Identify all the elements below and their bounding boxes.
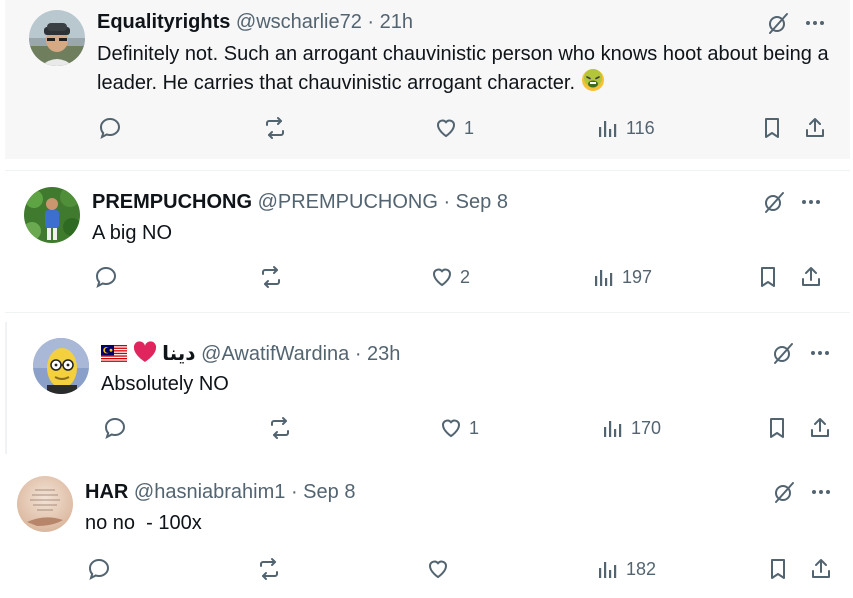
bookmark-button[interactable] bbox=[766, 556, 790, 582]
more-options-icon[interactable] bbox=[808, 341, 832, 365]
grok-icon[interactable] bbox=[772, 480, 796, 504]
display-name[interactable]: HAR bbox=[85, 481, 128, 503]
timestamp[interactable]: · 21h bbox=[367, 11, 413, 33]
red-heart-icon bbox=[133, 341, 157, 369]
views-button[interactable]: 182 bbox=[596, 556, 656, 582]
bookmark-icon bbox=[770, 418, 784, 438]
repost-icon bbox=[266, 117, 284, 139]
reply-button[interactable] bbox=[98, 115, 122, 141]
handle[interactable]: @wscharlie72 bbox=[236, 11, 362, 33]
tweet-text: Absolutely NO bbox=[101, 373, 229, 395]
views-button[interactable]: 116 bbox=[596, 115, 655, 141]
views-icon bbox=[604, 421, 622, 437]
display-name[interactable]: Equalityrights bbox=[97, 11, 230, 33]
grok-icon[interactable] bbox=[762, 190, 786, 214]
reply-icon bbox=[99, 117, 121, 140]
tweet-text: A big NO bbox=[92, 222, 173, 244]
tweet-header: Equalityrights @wscharlie72 · 21h bbox=[97, 10, 413, 34]
repost-icon bbox=[271, 417, 289, 439]
view-count: 116 bbox=[626, 117, 655, 138]
timestamp[interactable]: · Sep 8 bbox=[443, 191, 507, 213]
share-button[interactable] bbox=[809, 556, 833, 582]
heart-icon bbox=[432, 268, 452, 287]
share-icon bbox=[806, 118, 824, 137]
views-icon bbox=[599, 121, 617, 137]
bookmark-icon bbox=[761, 267, 775, 287]
heart-icon bbox=[436, 119, 456, 138]
bookmark-button[interactable] bbox=[756, 264, 780, 290]
tweet-text: Definitely not. Such an arrogant chauvin… bbox=[97, 40, 837, 100]
tweet-header: HAR @hasniabrahim1 · Sep 8 bbox=[85, 480, 355, 504]
view-count: 197 bbox=[622, 266, 653, 287]
reply-icon bbox=[95, 266, 117, 289]
repost-icon bbox=[262, 266, 280, 288]
avatar[interactable] bbox=[17, 476, 73, 532]
bookmark-button[interactable] bbox=[765, 415, 789, 441]
reply-button[interactable] bbox=[94, 264, 118, 290]
repost-button[interactable] bbox=[263, 115, 287, 141]
tweet-header: دينا @AwatifWardina · 23h bbox=[101, 341, 400, 369]
more-options-icon[interactable] bbox=[799, 190, 823, 214]
tweet-text: no no - 100x bbox=[85, 512, 202, 534]
like-button[interactable]: 2 bbox=[430, 264, 470, 290]
share-button[interactable] bbox=[799, 264, 823, 290]
display-name[interactable]: دينا bbox=[162, 343, 195, 365]
repost-icon bbox=[260, 558, 278, 580]
repost-button[interactable] bbox=[257, 556, 281, 582]
share-button[interactable] bbox=[803, 115, 827, 141]
handle[interactable]: @AwatifWardina bbox=[201, 343, 349, 365]
more-options-icon[interactable] bbox=[803, 11, 827, 35]
handle[interactable]: @PREMPUCHONG bbox=[258, 191, 438, 213]
reply-button[interactable] bbox=[103, 415, 127, 441]
heart-icon bbox=[428, 560, 448, 579]
views-button[interactable]: 170 bbox=[601, 415, 661, 441]
view-count: 170 bbox=[631, 417, 662, 438]
reply-icon bbox=[104, 417, 126, 440]
avatar[interactable] bbox=[29, 10, 85, 66]
heart-icon bbox=[441, 419, 461, 438]
like-count: 2 bbox=[460, 266, 471, 287]
bookmark-icon bbox=[765, 118, 779, 138]
views-icon bbox=[595, 270, 613, 286]
repost-button[interactable] bbox=[268, 415, 292, 441]
more-options-icon[interactable] bbox=[809, 480, 833, 504]
views-icon bbox=[599, 562, 617, 578]
divider bbox=[5, 312, 850, 313]
tweet-header: PREMPUCHONG @PREMPUCHONG · Sep 8 bbox=[92, 190, 508, 214]
like-count: 1 bbox=[469, 417, 480, 438]
share-icon bbox=[811, 418, 829, 437]
view-count: 182 bbox=[626, 558, 657, 579]
bookmark-icon bbox=[771, 559, 785, 579]
share-icon bbox=[802, 267, 820, 286]
like-count: 1 bbox=[464, 117, 475, 138]
display-name[interactable]: PREMPUCHONG bbox=[92, 191, 252, 213]
avatar[interactable] bbox=[33, 338, 89, 394]
like-button[interactable] bbox=[426, 556, 456, 582]
views-button[interactable]: 197 bbox=[592, 264, 652, 290]
grok-icon[interactable] bbox=[766, 11, 790, 35]
reply-tweet[interactable]: Equalityrights @wscharlie72 · 21h Defini… bbox=[5, 0, 850, 159]
share-button[interactable] bbox=[808, 415, 832, 441]
grok-icon[interactable] bbox=[771, 341, 795, 365]
repost-button[interactable] bbox=[259, 264, 283, 290]
reply-button[interactable] bbox=[87, 556, 111, 582]
reply-tweet[interactable]: HAR @hasniabrahim1 · Sep 8 no no - 100x … bbox=[5, 464, 850, 598]
malaysia-flag-icon bbox=[101, 345, 127, 369]
like-button[interactable]: 1 bbox=[439, 415, 479, 441]
timestamp[interactable]: · Sep 8 bbox=[291, 481, 355, 503]
like-button[interactable]: 1 bbox=[434, 115, 474, 141]
nauseated-face-icon bbox=[581, 68, 605, 100]
handle[interactable]: @hasniabrahim1 bbox=[134, 481, 286, 503]
timestamp[interactable]: · 23h bbox=[355, 343, 401, 365]
reply-icon bbox=[88, 558, 110, 581]
avatar[interactable] bbox=[24, 187, 80, 243]
tweet-text-content: Definitely not. Such an arrogant chauvin… bbox=[97, 43, 829, 94]
bookmark-button[interactable] bbox=[760, 115, 784, 141]
reply-tweet[interactable]: دينا @AwatifWardina · 23h Absolutely NO … bbox=[5, 322, 850, 454]
reply-tweet[interactable]: PREMPUCHONG @PREMPUCHONG · Sep 8 A big N… bbox=[5, 170, 850, 308]
share-icon bbox=[812, 559, 830, 578]
